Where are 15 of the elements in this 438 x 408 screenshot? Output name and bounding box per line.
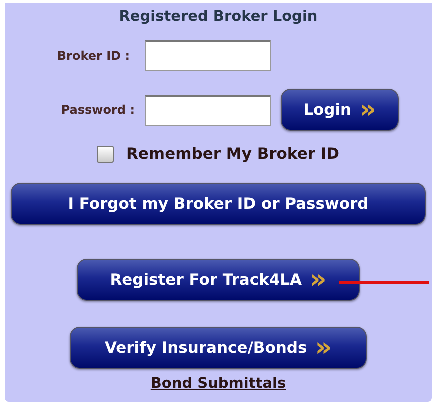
input-field[interactable] bbox=[145, 94, 271, 126]
chevron-icon: » bbox=[315, 338, 332, 358]
chevron-icon: » bbox=[360, 100, 376, 120]
field-label: Broker ID : bbox=[57, 48, 130, 62]
chevron-icon: » bbox=[310, 270, 327, 290]
login-button[interactable]: Login » bbox=[281, 89, 399, 131]
input-field[interactable] bbox=[145, 40, 271, 71]
checkbox-label: Remember My Broker ID bbox=[126, 145, 340, 163]
action-button[interactable]: Verify Insurance/Bonds » bbox=[70, 327, 367, 369]
field-label: Password : bbox=[61, 103, 135, 117]
bond-submittals-link[interactable]: Bond Submittals bbox=[150, 376, 286, 392]
action-button[interactable]: Register For Track4LA » bbox=[77, 259, 360, 301]
action-button[interactable]: I Forgot my Broker ID or Password bbox=[11, 183, 426, 225]
login-title: Registered Broker Login bbox=[119, 8, 318, 27]
remember-checkbox[interactable] bbox=[97, 146, 114, 162]
